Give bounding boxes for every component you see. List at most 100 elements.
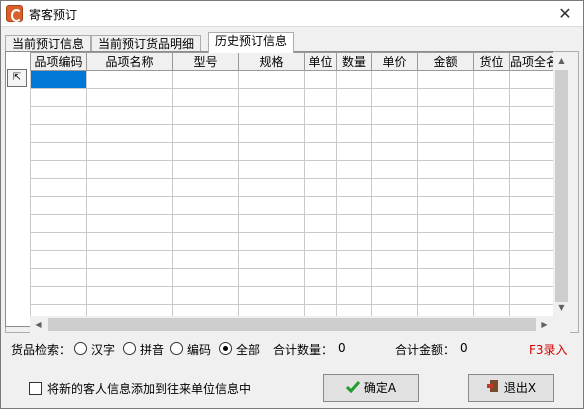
table-cell[interactable] [417, 178, 474, 197]
table-row[interactable] [30, 160, 560, 179]
radio-all[interactable] [219, 342, 232, 355]
table-cell[interactable] [172, 178, 239, 197]
table-cell[interactable] [371, 178, 418, 197]
table-cell[interactable] [336, 88, 372, 107]
table-cell[interactable] [473, 106, 510, 125]
table-row[interactable] [30, 232, 560, 251]
table-cell[interactable] [30, 160, 87, 179]
table-cell[interactable] [30, 214, 87, 233]
table-cell[interactable] [304, 106, 337, 125]
table-cell[interactable] [371, 268, 418, 287]
table-cell[interactable] [417, 124, 474, 143]
column-header[interactable]: 型号 [172, 52, 239, 71]
table-cell[interactable] [371, 250, 418, 269]
table-cell[interactable] [417, 250, 474, 269]
table-cell[interactable] [473, 178, 510, 197]
table-cell[interactable] [508, 106, 560, 125]
table-cell[interactable] [86, 160, 173, 179]
table-cell[interactable] [86, 70, 173, 89]
table-row[interactable] [30, 106, 560, 125]
table-cell[interactable] [473, 142, 510, 161]
table-cell[interactable] [508, 124, 560, 143]
table-cell[interactable] [304, 268, 337, 287]
add-customer-label[interactable]: 将新的客人信息添加到往来单位信息中 [47, 380, 251, 397]
table-cell[interactable] [238, 178, 305, 197]
table-cell[interactable] [417, 160, 474, 179]
table-cell[interactable] [172, 268, 239, 287]
table-cell[interactable] [86, 142, 173, 161]
column-header[interactable]: 单位 [304, 52, 337, 71]
table-cell[interactable] [336, 232, 372, 251]
table-cell[interactable] [86, 268, 173, 287]
table-cell[interactable] [172, 142, 239, 161]
table-cell[interactable] [30, 124, 87, 143]
table-cell[interactable] [304, 160, 337, 179]
table-cell[interactable] [172, 106, 239, 125]
table-cell[interactable] [30, 178, 87, 197]
table-row[interactable] [30, 286, 560, 305]
table-cell[interactable] [336, 106, 372, 125]
column-header[interactable]: 品项名称 [86, 52, 173, 71]
table-cell[interactable] [473, 124, 510, 143]
table-cell[interactable] [508, 142, 560, 161]
table-cell[interactable] [508, 70, 560, 89]
table-cell[interactable] [417, 196, 474, 215]
table-cell[interactable] [30, 268, 87, 287]
table-cell[interactable] [86, 232, 173, 251]
table-cell[interactable] [371, 196, 418, 215]
table-cell[interactable] [417, 142, 474, 161]
table-cell[interactable] [172, 196, 239, 215]
table-cell[interactable] [238, 160, 305, 179]
table-cell[interactable] [238, 232, 305, 251]
table-cell[interactable] [417, 232, 474, 251]
table-cell[interactable] [473, 196, 510, 215]
tab-history-booking[interactable]: 历史预订信息 [208, 32, 295, 53]
radio-all-label[interactable]: 全部 [236, 341, 260, 358]
table-cell[interactable] [371, 214, 418, 233]
table-cell[interactable] [172, 250, 239, 269]
add-customer-checkbox[interactable] [29, 382, 42, 395]
table-cell[interactable] [172, 70, 239, 89]
table-cell[interactable] [508, 178, 560, 197]
table-cell[interactable] [336, 70, 372, 89]
table-cell[interactable] [30, 88, 87, 107]
table-cell[interactable] [304, 70, 337, 89]
table-cell[interactable] [304, 124, 337, 143]
table-cell[interactable] [508, 286, 560, 305]
table-cell[interactable] [30, 232, 87, 251]
table-cell[interactable] [238, 286, 305, 305]
vertical-scrollbar[interactable]: ▲ ▼ [553, 52, 570, 316]
table-cell[interactable] [238, 196, 305, 215]
scroll-left-icon[interactable]: ◀ [30, 316, 47, 333]
table-row[interactable] [30, 124, 560, 143]
table-cell[interactable] [238, 214, 305, 233]
table-cell[interactable] [508, 250, 560, 269]
radio-hanzi[interactable] [74, 342, 87, 355]
table-cell[interactable] [238, 142, 305, 161]
table-cell[interactable] [86, 250, 173, 269]
table-cell[interactable] [417, 70, 474, 89]
table-cell[interactable] [508, 160, 560, 179]
table-cell[interactable] [172, 88, 239, 107]
table-cell[interactable] [336, 160, 372, 179]
table-cell[interactable] [304, 250, 337, 269]
table-cell[interactable] [371, 106, 418, 125]
table-cell[interactable] [30, 286, 87, 305]
close-icon[interactable]: ✕ [555, 4, 575, 24]
horizontal-scrollbar[interactable]: ◀ ▶ [30, 316, 553, 333]
radio-code-label[interactable]: 编码 [187, 341, 211, 358]
table-cell[interactable] [86, 178, 173, 197]
table-cell[interactable] [304, 214, 337, 233]
table-cell[interactable] [86, 106, 173, 125]
scroll-right-icon[interactable]: ▶ [536, 316, 553, 333]
column-header[interactable]: 数量 [336, 52, 372, 71]
table-row[interactable] [30, 268, 560, 287]
column-header[interactable]: 品项全名 [508, 52, 560, 71]
table-cell[interactable] [30, 196, 87, 215]
scroll-thumb[interactable] [48, 318, 536, 331]
table-cell[interactable] [336, 178, 372, 197]
radio-hanzi-label[interactable]: 汉字 [91, 341, 115, 358]
tab-current-booking-items[interactable]: 当前预订货品明细 [91, 35, 202, 52]
table-cell[interactable] [473, 88, 510, 107]
corner-arrow-icon[interactable]: ⇱ [7, 69, 27, 87]
